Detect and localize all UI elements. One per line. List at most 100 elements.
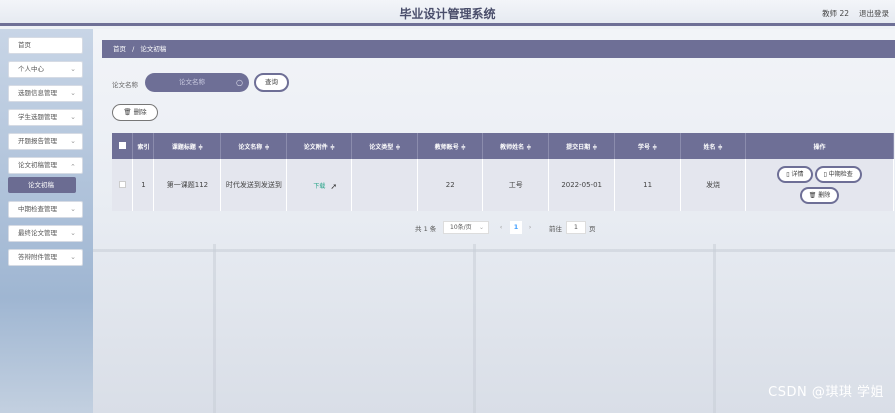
sidebar-item-label: 选题信息管理 [18,89,57,97]
select-all-checkbox[interactable] [118,141,126,149]
sort-icon[interactable]: ≑ [526,144,531,151]
cell-paper-name: 时代发送到发送到 [220,159,288,211]
page-size-select[interactable]: 10条/页 ⌄ [443,221,489,234]
cell-paper-type [351,159,419,211]
background-decoration [213,244,216,413]
chevron-down-icon: ⌄ [478,224,484,231]
background-decoration [473,244,476,413]
sidebar-item-paper-draft[interactable]: 论文初稿管理 ⌄ [8,157,83,174]
column-header[interactable]: 提交日期 ≑ [548,133,616,159]
chevron-down-icon: ⌄ [70,229,76,237]
column-header-label: 论文附件 [303,143,328,151]
column-header-label: 课题标题 [171,143,196,151]
sort-icon[interactable]: ≑ [264,144,269,151]
row-delete-button[interactable]: 🗑︎ 删除 [799,187,840,204]
prev-page-button[interactable]: ‹ [496,221,506,234]
breadcrumb: 首页 / 论文初稿 [102,40,895,58]
select-all-checkbox-cell [112,133,134,159]
sort-icon[interactable]: ≑ [592,144,597,151]
trash-icon: 🗑︎ [123,108,132,116]
detail-button[interactable]: ▯ 详情 [777,166,813,183]
current-user: 教师 22 [822,9,849,18]
next-page-button[interactable]: › [525,221,535,234]
sidebar-item-final-paper[interactable]: 最终论文管理 ⌄ [8,225,83,242]
row-checkbox[interactable] [118,180,126,188]
column-header[interactable]: 论文类型 ≑ [351,133,419,159]
search-input[interactable]: 论文名称 ○ [145,73,249,92]
chevron-down-icon: ⌄ [70,137,76,145]
cell-attachment: 下载 ➚ [286,159,353,211]
column-header[interactable]: 课题标题 ≑ [153,133,222,159]
sort-icon[interactable]: ≑ [461,144,466,151]
page-suffix: 页 [589,225,596,233]
column-header-label: 教师姓名 [500,143,525,151]
column-header[interactable]: 论文名称 ≑ [220,133,288,159]
sort-icon[interactable]: ≑ [395,144,400,151]
sidebar-item-label: 首页 [18,41,31,49]
trash-icon: 🗑︎ [808,192,819,199]
batch-delete-button[interactable]: 🗑︎ 删除 [112,104,158,121]
sidebar-item-topic-info[interactable]: 选题信息管理 ⌄ [8,85,83,102]
chevron-down-icon: ⌄ [70,253,76,261]
table-header-row: 索引 课题标题 ≑ 论文名称 ≑ 论文附件 ≑ 论文类型 ≑ 教师账号 ≑ 教师… [112,133,894,159]
midterm-check-button[interactable]: ▯ 中期检查 [814,166,862,183]
cell-teacher-name: 工号 [482,159,550,211]
column-header-label: 操作 [813,143,826,151]
chevron-down-icon: ⌄ [70,65,76,73]
goto-label: 前往 [549,225,562,233]
detail-label: 详情 [791,171,804,178]
sort-icon[interactable]: ≑ [198,144,203,151]
background-decoration [713,244,716,413]
column-header-label: 索引 [137,143,150,151]
current-page-number[interactable]: 1 [510,221,522,234]
column-header: 索引 [132,133,155,159]
column-header[interactable]: 论文附件 ≑ [286,133,353,159]
pagination-total: 共 1 条 [415,225,437,233]
sidebar-item-defense-attachment[interactable]: 答辩附件管理 ⌄ [8,249,83,266]
sidebar-item-personal-center[interactable]: 个人中心 ⌄ [8,61,83,78]
goto-page-input[interactable]: 1 [566,221,586,234]
column-header-label: 教师账号 [434,143,459,151]
column-header-label: 提交日期 [566,143,591,151]
column-header[interactable]: 姓名 ≑ [680,133,747,159]
column-header[interactable]: 教师账号 ≑ [417,133,484,159]
column-header: 操作 [745,133,894,159]
breadcrumb-home[interactable]: 首页 [113,45,126,53]
column-header[interactable]: 学号 ≑ [614,133,682,159]
sidebar-item-student-topic[interactable]: 学生选题管理 ⌄ [8,109,83,126]
query-button[interactable]: 查询 [254,73,289,92]
chevron-down-icon: ⌄ [70,89,76,97]
paper-table: 索引 课题标题 ≑ 论文名称 ≑ 论文附件 ≑ 论文类型 ≑ 教师账号 ≑ 教师… [112,133,894,211]
sort-icon[interactable]: ≑ [330,144,335,151]
search-placeholder: 论文名称 [179,78,205,86]
column-header-label: 论文类型 [369,143,394,151]
sort-icon[interactable]: ≑ [718,144,723,151]
sidebar-item-midterm-check[interactable]: 中期检查管理 ⌄ [8,201,83,218]
column-header[interactable]: 教师姓名 ≑ [482,133,550,159]
sidebar-item-home[interactable]: 首页 [8,37,83,54]
top-header: 毕业设计管理系统 教师 22 退出登录 [0,0,895,26]
cell-actions: ▯ 详情 ▯ 中期检查 🗑︎ 删除 [745,159,894,211]
sidebar-item-proposal-report[interactable]: 开题报告管理 ⌄ [8,133,83,150]
sidebar-subitem-paper-draft[interactable]: 论文初稿 [8,177,76,193]
sidebar-item-label: 开题报告管理 [18,137,57,145]
column-header-label: 论文名称 [238,143,263,151]
midterm-check-label: 中期检查 [828,171,853,178]
search-label: 论文名称 [112,81,138,89]
watermark: CSDN @琪琪 学姐 [768,385,884,400]
chevron-up-icon: ⌄ [70,162,76,170]
logout-link[interactable]: 退出登录 [859,8,889,19]
chevron-down-icon: ⌄ [70,113,76,121]
table-row: 1 第一课题112 时代发送到发送到 下载 ➚ 22 工号 2022-05-01… [112,159,894,211]
sidebar: 首页 个人中心 ⌄ 选题信息管理 ⌄ 学生选题管理 ⌄ 开题报告管理 ⌄ 论文初… [0,29,93,413]
chevron-down-icon: ⌄ [70,205,76,213]
batch-delete-label: 删除 [133,108,147,116]
sort-icon[interactable]: ≑ [652,144,657,151]
mouse-cursor-icon: ➚ [330,182,338,191]
download-link[interactable]: 下载 [313,183,325,190]
column-header-label: 学号 [638,143,651,151]
main-content: 首页 / 论文初稿 论文名称 论文名称 ○ 查询 🗑︎ 删除 索引 课题标题 ≑… [93,29,895,413]
sidebar-item-label: 中期检查管理 [18,205,57,213]
app-title: 毕业设计管理系统 [399,7,496,21]
cell-index: 1 [132,159,155,211]
